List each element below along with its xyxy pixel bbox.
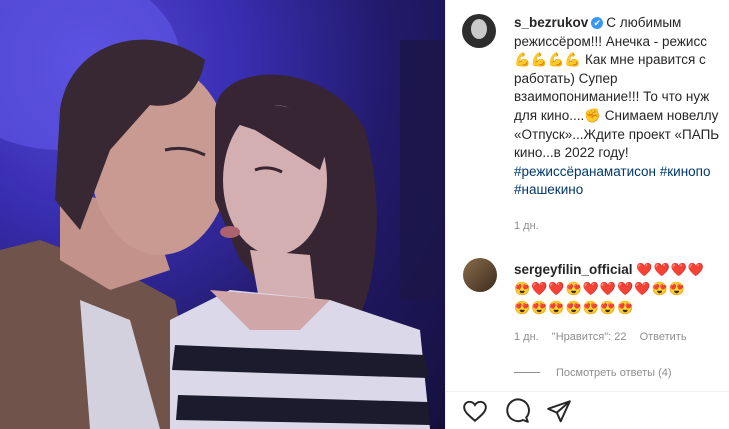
hashtag-link[interactable]: #режиссёранаматисон #кинопо xyxy=(514,163,729,182)
caption-line: работать) Супер xyxy=(514,70,618,86)
view-replies-label: Посмотреть ответы (4) xyxy=(556,367,672,379)
commenter-username[interactable]: sergeyfilin_official xyxy=(514,262,633,277)
commenter-avatar[interactable] xyxy=(463,258,497,292)
post-photo[interactable] xyxy=(0,0,445,429)
instagram-post-view: s_bezrukov ✔ С любимым режиссёром!!! Анечк… xyxy=(0,0,729,429)
actions-divider xyxy=(445,391,729,392)
comment-time[interactable]: 1 дн. xyxy=(514,331,539,343)
reply-button[interactable]: Ответить xyxy=(640,331,687,343)
comment-emoji: 😍😍😍😍😍😍😍 xyxy=(514,300,635,315)
caption-line: «Отпуск»...Ждите проект «ПАПЬ xyxy=(514,126,720,142)
caption-line: 💪💪💪💪 Как мне нравится с xyxy=(514,52,706,68)
caption-line: для кино....✊ Снимаем новеллу xyxy=(514,107,719,123)
caption-line: С любимым xyxy=(606,15,682,30)
comment-text: sergeyfilin_official ❤️❤️❤️❤️ 😍❤️❤️😍❤️❤️… xyxy=(514,260,729,317)
comment-emoji: 😍❤️❤️😍❤️❤️❤️❤️😍😍 xyxy=(514,281,686,296)
verified-badge-icon: ✔ xyxy=(591,17,604,29)
author-username[interactable]: s_bezrukov xyxy=(514,15,588,30)
caption-line: кино...в 2022 году! xyxy=(514,145,629,161)
comment-meta: 1 дн. "Нравится": 22 Ответить xyxy=(514,331,697,343)
comment-likes[interactable]: "Нравится": 22 xyxy=(552,331,627,343)
comment-icon[interactable] xyxy=(504,398,530,424)
caption-text: s_bezrukov ✔ С любимым режиссёром!!! Анечк… xyxy=(514,14,729,200)
post-time[interactable]: 1 дн. xyxy=(514,220,539,232)
share-icon[interactable] xyxy=(546,398,572,424)
caption-line: взаимопонимание!!! То что нуж xyxy=(514,89,710,105)
replies-divider xyxy=(514,372,540,373)
author-avatar[interactable] xyxy=(462,14,496,48)
photo-illustration xyxy=(0,0,445,429)
view-replies-button[interactable]: Посмотреть ответы (4) xyxy=(514,367,672,379)
caption-line: режиссёром!!! Анечка - режисс xyxy=(514,33,707,49)
hashtag-link[interactable]: #нашекино xyxy=(514,181,729,200)
comment-emoji: ❤️❤️❤️❤️ xyxy=(636,262,706,277)
heart-icon[interactable] xyxy=(462,398,488,424)
caption-block: s_bezrukov ✔ С любимым режиссёром!!! Анечк… xyxy=(462,14,729,244)
